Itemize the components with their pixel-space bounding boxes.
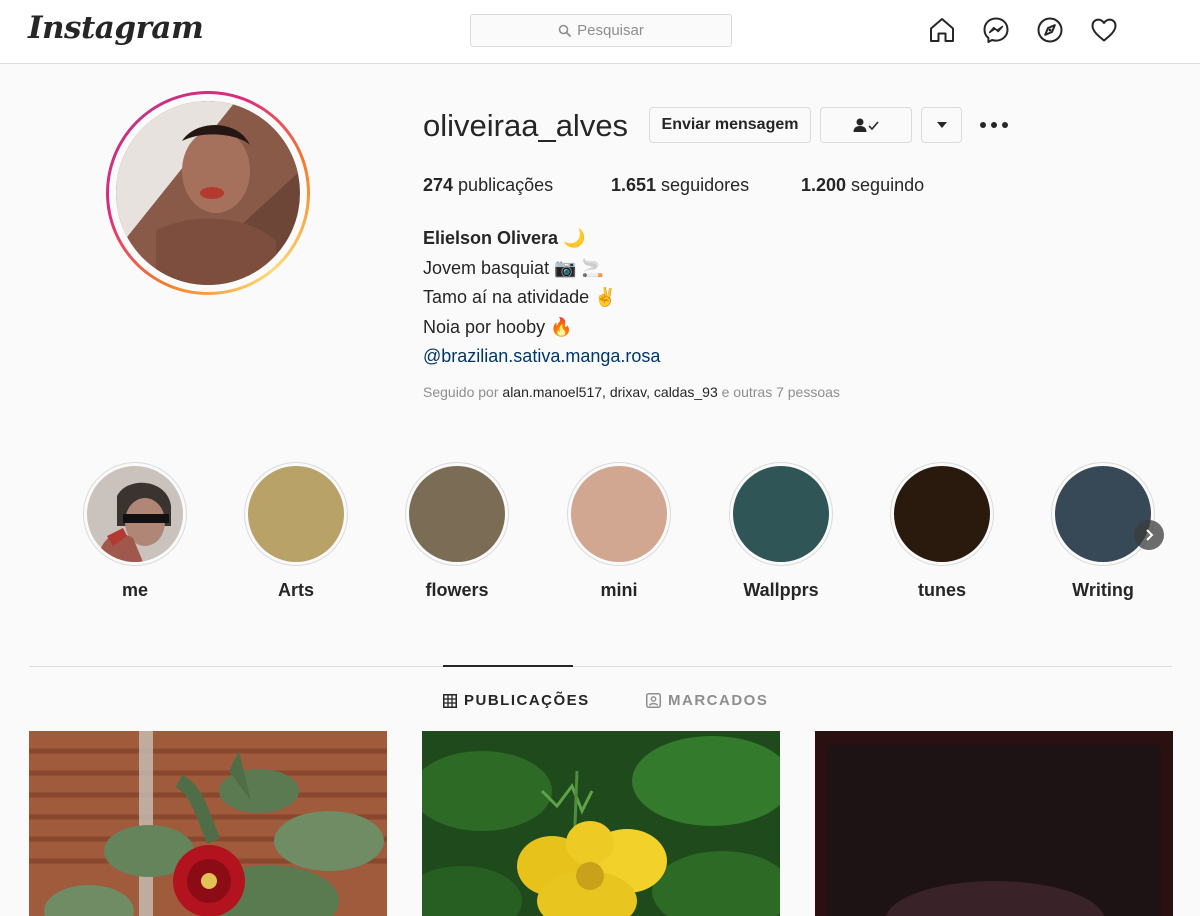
highlight-cover-arts: [248, 466, 344, 562]
highlight-ring: [1051, 462, 1155, 566]
search-input[interactable]: Pesquisar: [470, 14, 732, 47]
instagram-logo[interactable]: Instagram: [28, 10, 204, 46]
highlight-label: tunes: [917, 580, 966, 600]
highlight-ring: [729, 462, 833, 566]
top-navigation: Instagram Pesquisar: [0, 0, 1200, 64]
tagged-user-icon: [646, 693, 661, 708]
highlight-arts[interactable]: Arts: [244, 462, 348, 601]
profile-avatar-story-ring[interactable]: [106, 91, 310, 295]
highlight-ring: [567, 462, 671, 566]
tab-posts-label: PUBLICAÇÕES: [464, 692, 590, 709]
followers-count-value: 1.651: [611, 175, 657, 195]
more-options-icon[interactable]: [979, 118, 1009, 132]
tab-tagged-label: MARCADOS: [668, 692, 769, 709]
followed-by-users: alan.manoel517, drixav, caldas_93: [502, 384, 718, 400]
posts-count: 274 publicações: [423, 175, 553, 196]
highlight-tunes[interactable]: tunes: [890, 462, 994, 601]
highlight-ring: [244, 462, 348, 566]
avatar-frame: [109, 94, 307, 292]
highlight-cover-flowers: [409, 466, 505, 562]
chevron-right-icon: [1146, 529, 1154, 541]
followers-count[interactable]: 1.651 seguidores: [611, 175, 749, 196]
followed-by-prefix: Seguido por: [423, 384, 503, 400]
highlight-label: Arts: [277, 580, 314, 600]
highlight-flowers[interactable]: flowers: [405, 462, 509, 601]
highlight-label: me: [121, 580, 148, 600]
bio-line-3: Noia por hooby 🔥: [423, 316, 573, 337]
nav-icons: [928, 16, 1118, 44]
suggestions-dropdown-button[interactable]: [921, 107, 962, 143]
post-image-red-flower: [29, 731, 387, 916]
post-image-yellow-flower: [422, 731, 780, 916]
heart-icon[interactable]: [1090, 16, 1118, 44]
post-thumbnail[interactable]: [815, 731, 1173, 916]
post-thumbnail[interactable]: [29, 731, 387, 916]
caret-down-icon: [936, 122, 947, 128]
highlight-cover-mini: [571, 466, 667, 562]
highlight-label: flowers: [425, 580, 489, 600]
highlight-label: Wallpprs: [743, 580, 819, 600]
tab-posts[interactable]: PUBLICAÇÕES: [443, 692, 590, 709]
explore-icon[interactable]: [1036, 16, 1064, 44]
messenger-icon[interactable]: [982, 16, 1010, 44]
search-placeholder: Pesquisar: [577, 22, 644, 39]
tab-tagged[interactable]: MARCADOS: [646, 692, 768, 709]
highlight-ring: [83, 462, 187, 566]
profile-bio: Elielson Olivera 🌙 Jovem basquiat 📷 🚬 Ta…: [423, 224, 660, 372]
profile-username: oliveiraa_alves: [423, 108, 629, 143]
highlight-cover-tunes: [894, 466, 990, 562]
following-count[interactable]: 1.200 seguindo: [801, 175, 924, 196]
highlights-next-button[interactable]: [1134, 520, 1164, 550]
highlight-me[interactable]: me: [83, 462, 187, 601]
following-count-label: seguindo: [846, 175, 925, 195]
bio-line-2: Tamo aí na atividade ✌️: [423, 287, 617, 307]
send-message-button[interactable]: Enviar mensagem: [649, 107, 811, 143]
highlight-mini[interactable]: mini: [567, 462, 671, 601]
followed-by-suffix: e outras 7 pessoas: [717, 384, 840, 400]
highlight-ring: [405, 462, 509, 566]
user-check-icon: [853, 118, 879, 132]
post-image-dark: [815, 731, 1173, 916]
grid-icon: [443, 693, 457, 708]
highlight-cover-me: [87, 466, 183, 562]
highlight-label: Writing: [1072, 580, 1134, 600]
followers-count-label: seguidores: [656, 175, 750, 195]
post-thumbnail[interactable]: [422, 731, 780, 916]
active-tab-indicator: [443, 665, 573, 667]
profile-avatar: [116, 101, 300, 285]
tabs-divider: [29, 666, 1172, 667]
highlight-wallpprs[interactable]: Wallpprs: [729, 462, 833, 601]
posts-count-value: 274: [423, 175, 454, 195]
posts-count-label: publicações: [453, 175, 554, 195]
home-icon[interactable]: [928, 16, 956, 44]
highlight-cover-wallpprs: [733, 466, 829, 562]
highlight-cover-writing: [1055, 466, 1151, 562]
highlight-ring: [890, 462, 994, 566]
profile-full-name: Elielson Olivera 🌙: [423, 228, 586, 248]
following-button[interactable]: [820, 107, 912, 143]
bio-line-1: Jovem basquiat 📷 🚬: [423, 257, 604, 278]
bio-mention-link[interactable]: @brazilian.sativa.manga.rosa: [423, 342, 660, 372]
highlight-label: mini: [600, 580, 638, 600]
search-icon: [558, 24, 572, 37]
followed-by-text[interactable]: Seguido por alan.manoel517, drixav, cald…: [423, 384, 840, 400]
following-count-value: 1.200: [801, 175, 847, 195]
